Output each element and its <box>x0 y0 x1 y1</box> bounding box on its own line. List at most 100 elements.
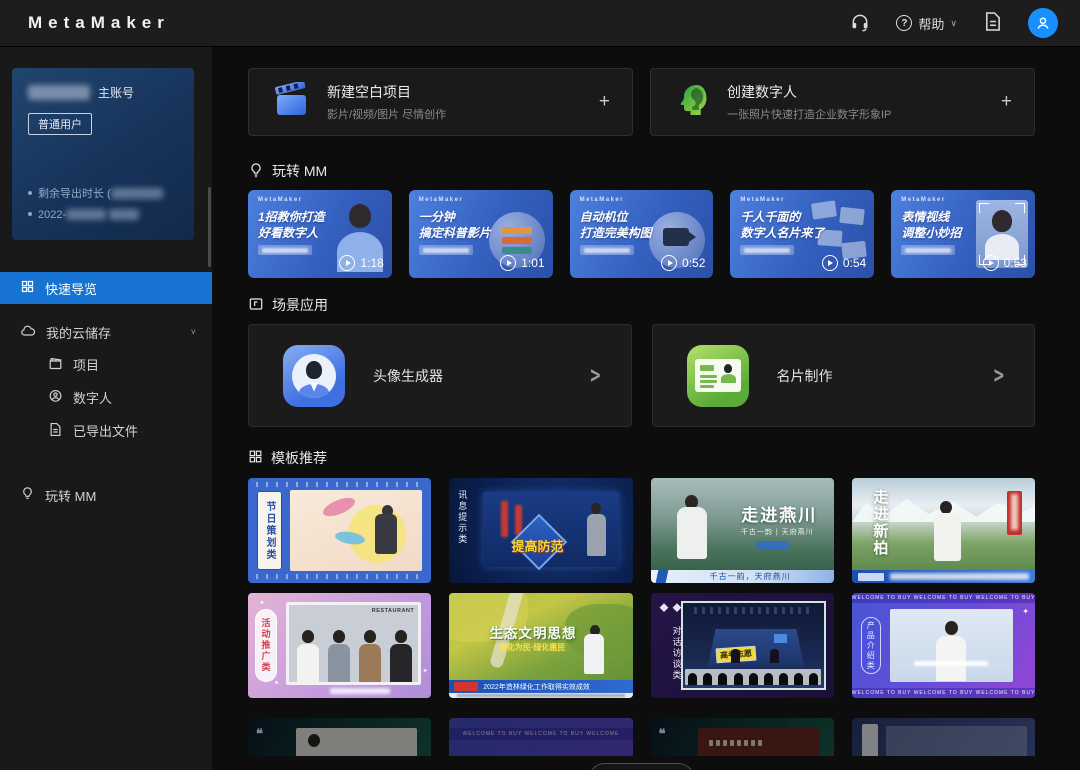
account-type-label: 主账号 <box>98 86 135 100</box>
template-card-partial[interactable]: WELCOME TO BUY WELCOME TO BUY WELCOME <box>449 718 633 756</box>
quote-mark: ❝ <box>658 726 666 741</box>
clapperboard-icon <box>271 80 311 123</box>
video-duration: 1:18 <box>339 255 384 271</box>
question-icon: ? <box>896 15 913 31</box>
template-card-alert[interactable]: 讯息提示类 提高防范 <box>449 478 633 583</box>
avatar-generator-icon <box>283 344 345 407</box>
template-subline: 绿化为民·绿化惠民 <box>498 643 566 653</box>
action-card-title: 创建数字人 <box>727 84 797 100</box>
sidebar-item-quick-tour[interactable]: 快速导览 <box>0 272 212 304</box>
welcome-strip-bottom: WELCOME TO BUY WELCOME TO BUY WELCOME TO… <box>851 688 1035 698</box>
user-info-card: 主账号 普通用户 剩余导出时长 ( 2022- <box>12 68 194 240</box>
template-card-event[interactable]: ✦✦✦✦活动推广类RESTAURANT <box>248 593 432 698</box>
template-card-festival[interactable]: 节日策划类 <box>248 478 432 583</box>
duration-label: 1:18 <box>360 256 384 270</box>
video-tag <box>901 245 956 255</box>
user-avatar[interactable] <box>1028 8 1058 38</box>
sidebar-item-projects[interactable]: 项目 <box>0 348 212 381</box>
video-card[interactable]: MetaMaker 千人千面的 数字人名片来了 0:54 <box>730 190 875 278</box>
video-card[interactable]: MetaMaker 自动机位 打造完美构图 0:52 <box>569 190 714 278</box>
chevron-right-icon: > <box>590 361 601 390</box>
restaurant-sign: RESTAURANT <box>371 608 415 614</box>
play-icon <box>339 255 356 271</box>
sidebar-item-label: 玩转 MM <box>45 488 97 504</box>
duration-label: 0:52 <box>682 256 706 270</box>
template-headline: 提高防范 <box>511 538 564 554</box>
support-button[interactable] <box>850 12 870 35</box>
metamaker-logo: MetaMaker <box>28 13 170 32</box>
talkshow-stage: 高考志愿 <box>680 601 826 690</box>
new-blank-project-card[interactable]: 新建空白项目 影片/视频/图片 尽情创作 + <box>248 68 633 136</box>
bulb-icon <box>248 162 264 181</box>
video-tag <box>258 245 312 255</box>
document-icon <box>983 11 1002 35</box>
duration-label: 0:54 <box>842 256 867 270</box>
template-card-partial[interactable] <box>851 718 1035 756</box>
sidebar-scrollbar[interactable] <box>208 187 211 267</box>
user-tier-badge: 普通用户 <box>28 113 92 135</box>
video-watermark: MetaMaker <box>579 197 625 203</box>
news-ticker <box>449 693 633 698</box>
festival-illustration <box>290 490 423 571</box>
plus-icon: + <box>1000 91 1012 112</box>
headset-icon <box>850 12 870 35</box>
play-icon <box>982 255 999 271</box>
template-card-partial[interactable]: ❝ <box>650 718 834 756</box>
template-headline: 生态文明思想 <box>489 626 577 642</box>
quote-mark: ❝ <box>256 726 263 741</box>
video-card[interactable]: MetaMaker 表情视线 调整小妙招 0:53 <box>891 190 1035 278</box>
video-watermark: MetaMaker <box>901 197 946 203</box>
plus-icon: + <box>598 91 610 112</box>
sidebar: 主账号 普通用户 剩余导出时长 ( 2022- 快速导览我的云储存 ˅ 项目数字人已… <box>0 47 212 770</box>
news-channel-label <box>454 682 479 691</box>
template-category-label: 活动推广类 <box>255 609 277 682</box>
clapper-icon <box>48 356 63 374</box>
business-card-card[interactable]: 名片制作 > <box>651 324 1035 427</box>
template-card-yanchuan[interactable]: 走进燕川 千古一韵 | 天府燕川 千古一韵，天府燕川 <box>650 478 834 583</box>
template-card-xinbai[interactable]: 走进新柏 <box>851 478 1035 583</box>
template-card-interview[interactable]: ◆ 对话访谈类 ◆高考志愿 <box>650 593 834 698</box>
video-title: 表情视线 调整小妙招 <box>901 210 962 240</box>
template-headline: 走进新柏 <box>871 488 888 557</box>
video-card[interactable]: MetaMaker 一分钟 搞定科普影片 1:01 <box>408 190 553 278</box>
video-tag <box>418 245 473 255</box>
template-card-partial[interactable]: ❝ <box>248 718 432 756</box>
create-digital-human-card[interactable]: 创建数字人 一张照片快速打造企业数字形象IP + <box>650 68 1035 136</box>
sidebar-item-label: 项目 <box>73 358 100 373</box>
sidebar-item-digital-humans[interactable]: 数字人 <box>0 381 212 414</box>
business-card-icon <box>686 344 749 407</box>
grid-icon <box>248 449 263 467</box>
video-title: 千人千面的 数字人名片来了 <box>740 210 825 240</box>
avatar-generator-card[interactable]: 头像生成器 > <box>248 324 632 427</box>
cloud-icon <box>20 323 36 342</box>
scene-app-label: 头像生成器 <box>373 367 443 384</box>
documents-button[interactable] <box>983 11 1002 35</box>
avatar-graphic <box>292 353 336 398</box>
digital-human-icon <box>673 81 711 124</box>
video-duration: 0:53 <box>982 255 1027 271</box>
view-more-button[interactable]: 查看更多 <box>588 763 695 770</box>
sidebar-item-cloud-storage[interactable]: 我的云储存 ˅ <box>0 316 212 348</box>
video-card[interactable]: MetaMaker 1招教你打造 好看数字人 1:18 <box>248 190 392 278</box>
template-card-welcome[interactable]: WELCOME TO BUY WELCOME TO BUY WELCOME TO… <box>851 593 1035 698</box>
sidebar-item-exported-files[interactable]: 已导出文件 <box>0 414 212 447</box>
sidebar-item-play-mm[interactable]: 玩转 MM <box>0 479 212 511</box>
template-card-eco[interactable]: 生态文明思想 绿化为民·绿化惠民 2022年造林绿化工作取得实效成效 <box>449 593 633 698</box>
grid-icon <box>20 279 35 297</box>
action-card-subtitle: 影片/视频/图片 尽情创作 <box>327 109 447 121</box>
welcome-strip: WELCOME TO BUY WELCOME TO BUY WELCOME <box>449 728 633 740</box>
banner-text: 千古一韵，天府燕川 <box>709 572 791 581</box>
section-play-mm-title: 玩转 MM <box>272 163 328 179</box>
main-content: 新建空白项目 影片/视频/图片 尽情创作 + 创建数字人 一张照片快速打造企业数字形象I… <box>212 47 1080 770</box>
export-time-remaining: 剩余导出时长 ( <box>28 184 180 205</box>
action-card-texts: 创建数字人 一张照片快速打造企业数字形象IP <box>727 82 891 122</box>
section-templates-title: 模板推荐 <box>271 450 327 466</box>
help-menu[interactable]: ? 帮助 ∨ <box>896 14 957 33</box>
play-icon <box>500 255 517 271</box>
play-icon <box>821 255 838 271</box>
username-redacted <box>28 85 90 100</box>
sidebar-item-label: 已导出文件 <box>73 424 139 439</box>
expiry-date: 2022- <box>28 205 180 226</box>
video-title: 自动机位 打造完美构图 <box>579 210 652 240</box>
group-photo: RESTAURANT <box>286 602 422 685</box>
